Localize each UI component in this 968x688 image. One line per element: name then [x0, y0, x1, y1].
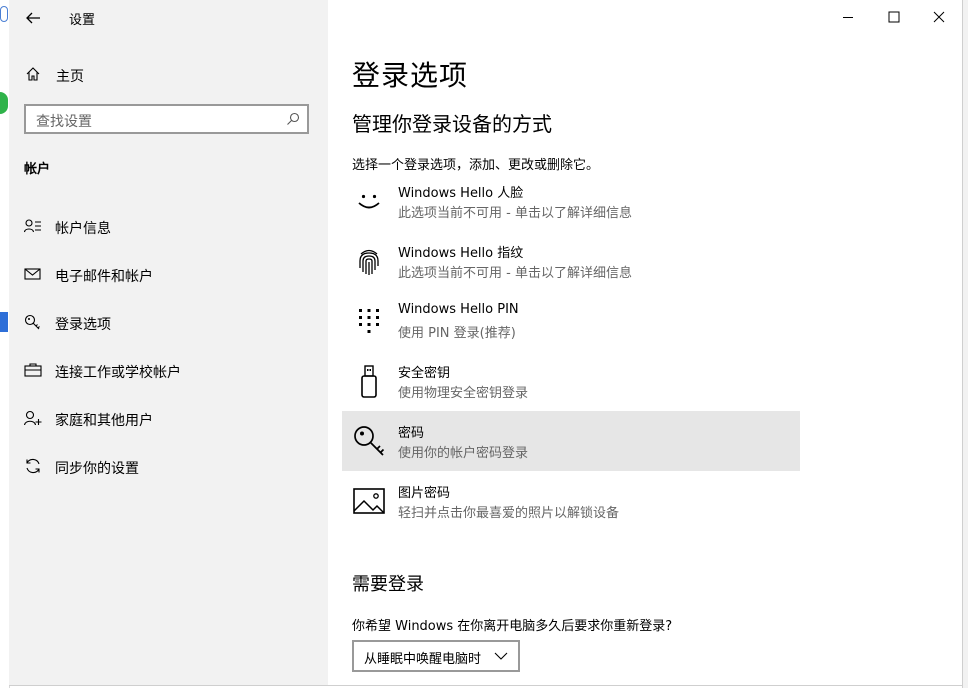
option-title: Windows Hello PIN — [398, 302, 519, 317]
signin-option-picture-password[interactable]: 图片密码 轻扫并点击你最喜爱的照片以解锁设备 — [342, 471, 800, 531]
briefcase-icon — [24, 363, 42, 377]
sidebar-item-sign-in-options[interactable]: 登录选项 — [9, 305, 328, 339]
option-title: 安全密钥 — [398, 366, 451, 381]
require-signin-question: 你希望 Windows 在你离开电脑多久后要求你重新登录? — [352, 619, 673, 634]
option-subtitle: 此选项当前不可用 - 单击以了解详细信息 — [398, 206, 632, 221]
chevron-down-icon — [494, 652, 508, 660]
option-subtitle: 使用你的帐户密码登录 — [398, 446, 529, 461]
sidebar-item-email[interactable]: 电子邮件和帐户 — [9, 257, 328, 291]
sidebar-item-work-school[interactable]: 连接工作或学校帐户 — [9, 353, 328, 387]
sidebar-item-account-info[interactable]: 帐户信息 — [9, 209, 328, 243]
signin-option-pin[interactable]: Windows Hello PIN 使用 PIN 登录(推荐) — [342, 291, 800, 351]
background-window-edge-right — [962, 0, 968, 688]
settings-window: 设置 主页 查找设置 帐户 帐户信息 电子邮件和帐户 登录选项 连接工作或学校帐… — [9, 0, 962, 686]
sidebar: 设置 主页 查找设置 帐户 帐户信息 电子邮件和帐户 登录选项 连接工作或学校帐… — [9, 0, 328, 685]
search-icon — [287, 112, 300, 125]
dropdown-value: 从睡眠中唤醒电脑时 — [364, 652, 482, 667]
sidebar-item-label: 家庭和其他用户 — [55, 413, 153, 429]
pin-keypad-icon — [359, 309, 379, 333]
sidebar-item-home[interactable]: 主页 — [9, 60, 328, 88]
account-info-icon — [24, 219, 41, 233]
sidebar-item-label: 登录选项 — [55, 317, 111, 333]
usb-key-icon — [361, 365, 377, 398]
signin-option-password[interactable]: 密码 使用你的帐户密码登录 — [342, 411, 800, 471]
require-signin-dropdown[interactable]: 从睡眠中唤醒电脑时 — [352, 640, 520, 672]
add-person-icon — [24, 410, 42, 426]
signin-option-fingerprint[interactable]: Windows Hello 指纹 此选项当前不可用 - 单击以了解详细信息 — [342, 231, 800, 291]
sidebar-item-family-users[interactable]: 家庭和其他用户 — [9, 401, 328, 435]
option-title: Windows Hello 人脸 — [398, 186, 524, 201]
signin-option-security-key[interactable]: 安全密钥 使用物理安全密钥登录 — [342, 351, 800, 411]
section-subtitle: 管理你登录设备的方式 — [352, 112, 552, 136]
option-subtitle: 使用物理安全密钥登录 — [398, 386, 529, 401]
option-subtitle: 此选项当前不可用 - 单击以了解详细信息 — [398, 266, 632, 281]
sidebar-item-label: 同步你的设置 — [55, 461, 139, 477]
sync-icon — [26, 458, 40, 474]
app-title: 设置 — [69, 13, 96, 28]
option-subtitle: 轻扫并点击你最喜爱的照片以解锁设备 — [398, 506, 620, 521]
option-subtitle: 使用 PIN 登录(推荐) — [398, 326, 516, 341]
search-placeholder: 查找设置 — [36, 114, 92, 130]
password-key-icon — [354, 426, 385, 456]
require-signin-heading: 需要登录 — [352, 574, 424, 595]
sidebar-home-label: 主页 — [56, 69, 84, 85]
sidebar-item-sync[interactable]: 同步你的设置 — [9, 449, 328, 483]
sidebar-item-label: 电子邮件和帐户 — [55, 269, 153, 285]
search-input[interactable]: 查找设置 — [24, 104, 309, 134]
fingerprint-icon — [359, 249, 379, 275]
back-arrow-icon — [26, 12, 40, 24]
signin-option-face[interactable]: Windows Hello 人脸 此选项当前不可用 - 单击以了解详细信息 — [342, 171, 800, 231]
sidebar-item-label: 连接工作或学校帐户 — [55, 365, 181, 381]
option-title: 图片密码 — [398, 486, 451, 501]
main-content: 登录选项 管理你登录设备的方式 选择一个登录选项，添加、更改或删除它。 Wind… — [328, 0, 962, 685]
sidebar-section-heading: 帐户 — [24, 162, 51, 177]
option-title: 密码 — [398, 426, 425, 441]
home-icon — [26, 67, 40, 81]
page-title: 登录选项 — [352, 59, 469, 92]
picture-icon — [353, 488, 385, 514]
mail-icon — [24, 268, 41, 280]
option-title: Windows Hello 指纹 — [398, 246, 524, 261]
sidebar-item-label: 帐户信息 — [55, 221, 111, 237]
key-icon — [24, 314, 40, 330]
face-icon — [358, 194, 380, 209]
back-button[interactable] — [21, 6, 45, 30]
